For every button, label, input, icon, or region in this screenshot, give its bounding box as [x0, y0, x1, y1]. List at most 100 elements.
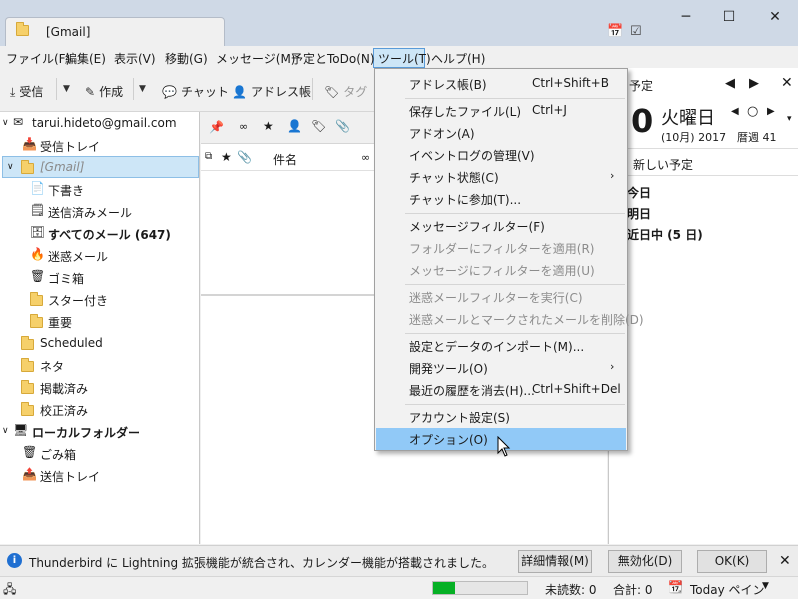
folder-keisai[interactable]: 掲載済み: [0, 376, 200, 398]
menu-file[interactable]: ファイル(F): [6, 50, 70, 67]
pin-icon[interactable]: 📌: [209, 120, 224, 134]
disable-button[interactable]: 無効化(D): [608, 550, 682, 573]
menu-message[interactable]: メッセージ(M): [216, 50, 295, 67]
today-pane-toggle[interactable]: Today ペイン: [690, 581, 765, 598]
tools-menu-item[interactable]: 開発ツール(O) ›: [376, 357, 626, 379]
folder-kosei[interactable]: 校正済み: [0, 398, 200, 420]
tools-menu: アドレス帳(B) Ctrl+Shift+B 保存したファイル(L) Ctrl+J アドオ…: [374, 68, 644, 451]
tools-menu-item[interactable]: イベントログの管理(V): [376, 144, 626, 166]
minimize-button[interactable]: ─: [676, 10, 696, 24]
contact-filter-icon[interactable]: 👤: [287, 119, 302, 133]
close-window-button[interactable]: ✕: [765, 10, 785, 24]
folder-icon: [21, 380, 34, 394]
close-pane-icon[interactable]: ✕: [781, 75, 793, 91]
subject-column-header[interactable]: 件名: [273, 151, 297, 168]
outbox-icon: 📤: [22, 467, 37, 481]
tools-menu-item: 迷惑メールとマークされたメールを削除(D): [376, 308, 644, 330]
menu-item-label: アドオン(A): [409, 127, 475, 141]
folder-drafts[interactable]: 📄 下書き: [0, 178, 200, 200]
online-status-icon[interactable]: 🖧: [3, 580, 16, 599]
menu-separator: [405, 284, 625, 285]
chevron-down-icon[interactable]: ▼: [762, 581, 769, 591]
prev-icon[interactable]: ◀: [725, 76, 735, 91]
tag-filter-icon[interactable]: 🏷: [311, 119, 326, 133]
day-prev-icon[interactable]: ◀: [731, 106, 739, 117]
compose-dropdown-icon[interactable]: ▼: [139, 84, 146, 94]
folder-icon: [21, 358, 34, 372]
receive-button[interactable]: ⤓ 受信: [10, 83, 43, 100]
folder-neta[interactable]: ネタ: [0, 354, 200, 376]
tools-menu-item[interactable]: 最近の履歴を消去(H)... Ctrl+Shift+Del: [376, 379, 626, 401]
folder-trash[interactable]: 🗑 ゴミ箱: [0, 266, 200, 288]
tools-menu-item[interactable]: 設定とデータのインポート(M)...: [376, 335, 626, 357]
menu-item-label: メッセージフィルター(F): [409, 220, 545, 234]
folder-scheduled[interactable]: Scheduled: [0, 332, 200, 354]
details-button[interactable]: 詳細情報(M): [518, 550, 592, 573]
compose-button[interactable]: ✎ 作成: [85, 83, 123, 100]
menu-separator: [405, 404, 625, 405]
calendar-icon[interactable]: 📅: [607, 24, 623, 39]
window-tab[interactable]: [Gmail]: [5, 17, 225, 46]
folder-starred[interactable]: スター付き: [0, 288, 200, 310]
folder-label: ネタ: [40, 360, 65, 374]
maximize-button[interactable]: ☐: [719, 10, 739, 24]
receive-dropdown-icon[interactable]: ▼: [63, 84, 70, 94]
folder-sent[interactable]: 🗒 送信済みメール: [0, 200, 200, 222]
unread-column-icon[interactable]: ∞: [361, 151, 370, 164]
star-filter-icon[interactable]: ★: [263, 119, 274, 133]
folder-spam[interactable]: 🔥 迷惑メール: [0, 244, 200, 266]
folder-inbox[interactable]: 📥 受信トレイ: [0, 134, 200, 156]
tools-menu-item[interactable]: チャット状態(C) ›: [376, 166, 626, 188]
attachment-filter-icon[interactable]: 📎: [335, 119, 350, 133]
unread-filter-icon[interactable]: ∞: [239, 120, 248, 133]
star-column-icon[interactable]: ★: [221, 150, 232, 164]
inbox-icon: 📥: [22, 137, 37, 151]
folder-label: 受信トレイ: [40, 140, 101, 154]
tools-menu-item[interactable]: アドオン(A): [376, 122, 626, 144]
tools-menu-item[interactable]: アドレス帳(B) Ctrl+Shift+B: [376, 73, 626, 95]
menu-go[interactable]: 移動(G): [165, 50, 208, 67]
section-upcoming[interactable]: 近日中 (5 日): [627, 226, 703, 243]
menu-events-tasks[interactable]: 予定とToDo(N): [291, 50, 375, 67]
menu-edit[interactable]: 編集(E): [65, 50, 106, 67]
tools-menu-item[interactable]: チャットに参加(T)...: [376, 188, 626, 210]
tools-menu-item[interactable]: メッセージフィルター(F): [376, 215, 626, 237]
new-event-row[interactable]: 新しい予定: [609, 148, 798, 176]
thread-icon[interactable]: ⧉: [205, 151, 212, 162]
collapse-icon[interactable]: ∨: [7, 162, 14, 172]
next-icon[interactable]: ▶: [749, 76, 759, 91]
tools-menu-item[interactable]: 保存したファイル(L) Ctrl+J: [376, 100, 626, 122]
tag-button[interactable]: 🏷 タグ: [324, 83, 367, 100]
tools-menu-item[interactable]: アカウント設定(S): [376, 406, 626, 428]
folder-outbox[interactable]: 📤 送信トレイ: [0, 464, 200, 486]
tools-menu-item: フォルダーにフィルターを適用(R): [376, 237, 626, 259]
folder-local-trash[interactable]: 🗑 ごみ箱: [0, 442, 200, 464]
ok-button[interactable]: OK(K): [697, 550, 767, 573]
menu-view[interactable]: 表示(V): [114, 50, 156, 67]
chat-button[interactable]: 💬 チャット: [162, 83, 229, 100]
task-icon[interactable]: ☑: [630, 24, 642, 39]
folder-allmail[interactable]: 🗄 すべてのメール (647): [0, 222, 200, 244]
folder-label: ごみ箱: [40, 448, 77, 462]
chat-icon: 💬: [162, 85, 177, 99]
section-today[interactable]: 今日: [627, 184, 651, 201]
folder-gmail[interactable]: ∨ [Gmail]: [0, 156, 200, 178]
folder-important[interactable]: 重要: [0, 310, 200, 332]
day-next-icon[interactable]: ▶: [767, 106, 775, 117]
menu-separator: [405, 333, 625, 334]
close-notification-icon[interactable]: ✕: [779, 553, 791, 569]
menu-item-label: 設定とデータのインポート(M)...: [409, 340, 585, 354]
computer-icon: 🖥: [13, 423, 29, 437]
collapse-icon[interactable]: ∨: [2, 118, 9, 128]
menu-help[interactable]: ヘルプ(H): [431, 50, 485, 67]
addressbook-button[interactable]: 👤 アドレス帳: [232, 83, 311, 100]
section-tomorrow[interactable]: 明日: [627, 205, 651, 222]
chevron-down-icon[interactable]: ▾: [787, 114, 792, 124]
attachment-column-icon[interactable]: 📎: [237, 150, 252, 164]
day-today-icon[interactable]: ○: [747, 104, 758, 119]
folder-account[interactable]: ∨ ✉ tarui.hideto@gmail.com: [0, 112, 200, 134]
folder-local[interactable]: ∨ 🖥 ローカルフォルダー: [0, 420, 200, 442]
collapse-icon[interactable]: ∨: [2, 426, 9, 436]
menu-tools[interactable]: ツール(T): [378, 50, 431, 67]
folder-icon: [16, 22, 29, 36]
